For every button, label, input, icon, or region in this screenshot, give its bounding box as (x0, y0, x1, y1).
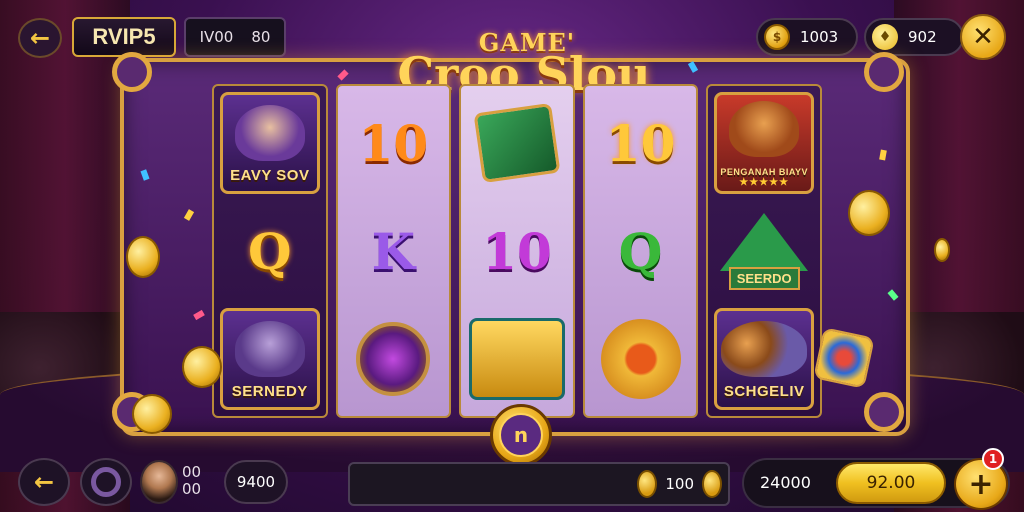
footer-back-button[interactable]: ← (18, 458, 70, 506)
reel-cell: Q (591, 200, 691, 302)
rating-stars: ★★★★★ (739, 176, 790, 188)
gold-coin-icon (848, 190, 890, 236)
bottom-bar: ← 00 00 9400 100 24000 92.00 + 1 (0, 448, 1024, 512)
reel-2: 10 K (335, 84, 452, 418)
reel-cell: 10 (591, 92, 691, 194)
balance-value: 24000 (760, 473, 811, 492)
balance-box: 24000 92.00 + 1 (742, 448, 1010, 510)
wild-badge-icon (813, 327, 875, 389)
reel-1: EAVY SOV Q SERNEDY (212, 84, 328, 418)
purple-pot-icon (356, 322, 431, 396)
reel-5: PENGANAH BIAYV ★★★★★ SEERDO SCHGELIV (706, 84, 822, 418)
symbol-number: 10 (482, 221, 552, 281)
symbol-letter: Q (618, 221, 663, 281)
golden-flower-icon (600, 319, 681, 399)
reel-cell: Q (220, 200, 320, 302)
reels-area: EAVY SOV Q SERNEDY 10 K 10 10 Q PENGANAH… (212, 84, 822, 418)
reel-cell: SERNEDY (220, 308, 320, 410)
symbol-number: 10 (605, 113, 676, 173)
player-stat-bottom: 00 (182, 480, 202, 498)
gold-coin-icon (126, 236, 160, 278)
character-name: PENGANAH BIAYV (720, 166, 809, 177)
reel-4: 10 Q (582, 84, 699, 418)
bet-display: 100 (637, 470, 722, 498)
win-amount-button[interactable]: 92.00 (836, 462, 946, 504)
reel-cell: 10 (344, 92, 444, 194)
player-stat-top: 00 (182, 463, 202, 481)
symbol-letter: Q (248, 221, 292, 281)
reel-cell: SCHGELIV (714, 308, 814, 410)
pyramid-icon (720, 212, 809, 271)
green-box-icon (473, 102, 561, 184)
character-name: EAVY SOV (230, 166, 310, 184)
character-name: SCHGELIV (723, 382, 805, 400)
reel-cell: K (344, 200, 444, 302)
wolf-character-icon (234, 320, 305, 377)
reel-cell: EAVY SOV (220, 92, 320, 194)
gold-coin-icon (182, 346, 222, 388)
player-score[interactable]: 9400 (224, 460, 288, 504)
gold-coin-icon (934, 238, 950, 262)
ring-icon (91, 467, 121, 497)
reel-cell: PENGANAH BIAYV ★★★★★ (714, 92, 814, 194)
arrow-left-icon: ← (33, 468, 55, 496)
bet-value: 100 (665, 475, 694, 493)
reel-cell: 10 (467, 200, 567, 302)
character-name: SERNEDY (231, 382, 308, 400)
player-score-value: 9400 (236, 473, 276, 491)
coin-icon (637, 470, 658, 498)
jester-character-icon (234, 104, 305, 161)
menu-button[interactable] (80, 458, 132, 506)
reel-3: 10 (459, 84, 575, 418)
win-amount: 92.00 (866, 473, 916, 493)
bonus-label: SEERDO (728, 266, 800, 290)
bet-bar[interactable]: 100 (348, 462, 730, 506)
fox-warrior-icon (729, 100, 800, 157)
reel-cell (467, 92, 567, 194)
treasure-chest-icon (468, 318, 565, 400)
player-stats: 00 00 (182, 464, 201, 498)
reel-cell: SEERDO (714, 200, 814, 302)
gold-coin-icon (132, 394, 172, 434)
symbol-letter: K (371, 221, 416, 281)
dog-duo-character-icon (721, 320, 808, 377)
pyramid-bonus-icon: SEERDO (720, 212, 809, 290)
plus-icon: + (968, 466, 994, 502)
reel-cell (467, 308, 567, 410)
notification-badge: 1 (982, 448, 1004, 470)
scroll-ornament-icon (864, 392, 904, 432)
reel-cell (591, 308, 691, 410)
coin-icon (702, 470, 722, 498)
symbol-number: 10 (358, 113, 429, 173)
reel-cell (344, 308, 444, 410)
avatar[interactable] (140, 460, 178, 504)
